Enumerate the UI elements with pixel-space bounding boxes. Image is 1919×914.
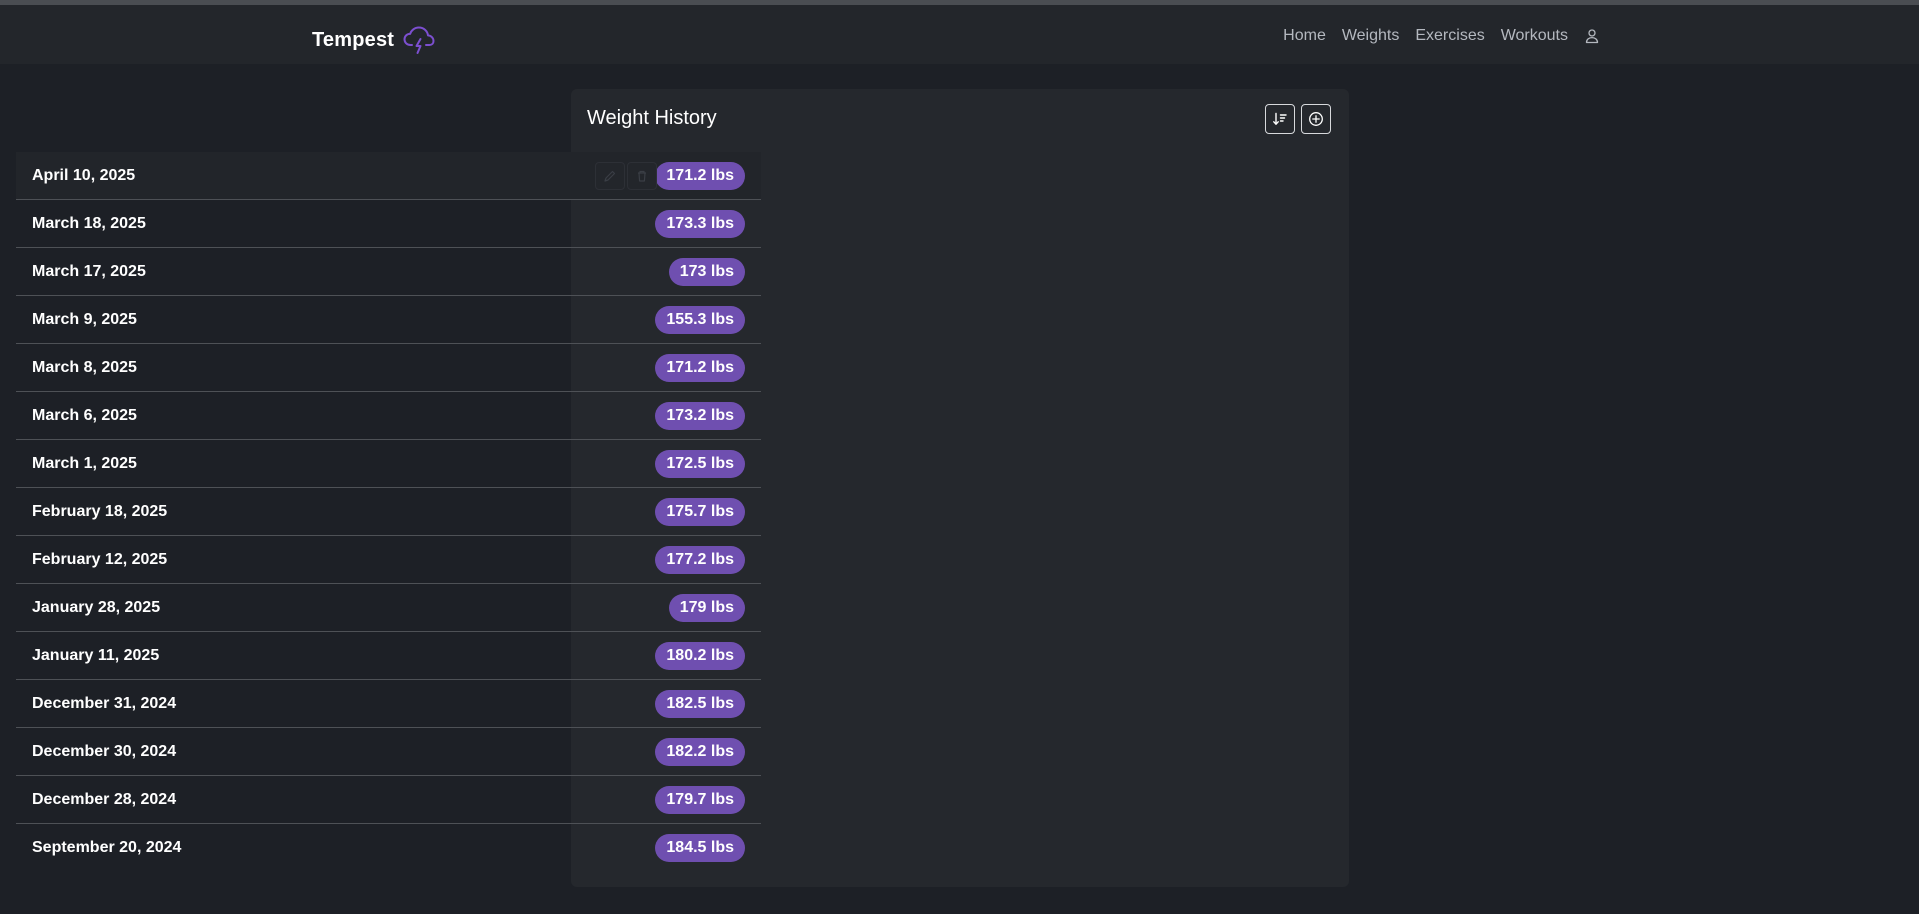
nav-links: Home Weights Exercises Workouts [1283, 27, 1600, 45]
entry-date: December 28, 2024 [32, 790, 177, 808]
list-item[interactable]: February 12, 2025 177.2 lbs [16, 536, 761, 584]
entry-date: September 20, 2024 [32, 839, 182, 856]
entry-date: February 12, 2025 [32, 550, 168, 568]
entry-date: March 18, 2025 [32, 214, 146, 232]
weight-list: April 10, 2025 171.2 lbs March 18, 2025 … [16, 152, 761, 872]
add-weight-button[interactable] [1301, 104, 1331, 134]
brand-name[interactable]: Tempest [312, 29, 394, 52]
list-item[interactable]: January 11, 2025 180.2 lbs [16, 632, 761, 680]
list-item[interactable]: December 31, 2024 182.5 lbs [16, 680, 761, 728]
nav-exercises[interactable]: Exercises [1415, 27, 1484, 45]
nav-home[interactable]: Home [1283, 27, 1326, 45]
entry-date: March 6, 2025 [32, 406, 137, 424]
list-item[interactable]: December 30, 2024 182.2 lbs [16, 728, 761, 776]
entry-date: March 9, 2025 [32, 310, 137, 328]
delete-button[interactable] [627, 162, 657, 190]
weight-badge: 173.2 lbs [655, 401, 745, 430]
entry-date: December 30, 2024 [32, 742, 177, 760]
nav-weights[interactable]: Weights [1342, 27, 1400, 45]
entry-date: March 1, 2025 [32, 454, 137, 472]
plus-circle-icon [1309, 112, 1323, 126]
weight-badge: 173 lbs [668, 257, 745, 286]
sort-button[interactable] [1265, 104, 1295, 134]
weight-badge: 171.2 lbs [655, 353, 745, 382]
sort-descending-icon [1273, 112, 1287, 125]
weight-badge: 179.7 lbs [655, 785, 745, 814]
person-icon[interactable] [1584, 28, 1600, 44]
weight-badge: 173.3 lbs [655, 209, 745, 238]
list-item[interactable]: January 28, 2025 179 lbs [16, 584, 761, 632]
edit-button[interactable] [595, 162, 625, 190]
list-item[interactable]: March 18, 2025 173.3 lbs [16, 200, 761, 248]
entry-date: January 28, 2025 [32, 598, 161, 616]
list-item[interactable]: April 10, 2025 171.2 lbs [16, 152, 761, 200]
weight-badge: 182.5 lbs [655, 689, 745, 718]
list-item[interactable]: March 17, 2025 173 lbs [16, 248, 761, 296]
weight-badge: 155.3 lbs [655, 305, 745, 334]
entry-date: January 11, 2025 [32, 646, 160, 664]
list-item[interactable]: March 1, 2025 172.5 lbs [16, 440, 761, 488]
list-item[interactable]: September 20, 2024 184.5 lbs [16, 824, 761, 872]
list-item[interactable]: March 8, 2025 171.2 lbs [16, 344, 761, 392]
row-actions [595, 162, 657, 190]
nav-workouts[interactable]: Workouts [1501, 27, 1568, 45]
weight-badge: 172.5 lbs [655, 449, 745, 478]
trash-icon [638, 170, 646, 182]
navbar: Tempest Home Weights Exercises Workouts [0, 5, 1919, 64]
weight-badge: 184.5 lbs [655, 834, 745, 862]
weight-badge: 179 lbs [668, 593, 745, 622]
list-item[interactable]: December 28, 2024 179.7 lbs [16, 776, 761, 824]
weight-badge: 182.2 lbs [655, 737, 745, 766]
entry-date: March 8, 2025 [32, 358, 137, 376]
cloud-lightning-icon [403, 26, 435, 54]
weight-badge: 177.2 lbs [655, 545, 745, 574]
entry-date: March 17, 2025 [32, 262, 146, 280]
brand[interactable]: Tempest [312, 25, 435, 55]
weight-badge: 175.7 lbs [655, 497, 745, 526]
list-item[interactable]: March 9, 2025 155.3 lbs [16, 296, 761, 344]
pencil-icon [604, 170, 616, 182]
entry-date: April 10, 2025 [32, 166, 136, 184]
weight-badge: 171.2 lbs [655, 161, 745, 190]
card-title: Weight History [587, 107, 717, 129]
list-item[interactable]: March 6, 2025 173.2 lbs [16, 392, 761, 440]
entry-date: February 18, 2025 [32, 502, 168, 520]
entry-date: December 31, 2024 [32, 694, 177, 712]
list-item[interactable]: February 18, 2025 175.7 lbs [16, 488, 761, 536]
weight-badge: 180.2 lbs [655, 641, 745, 670]
